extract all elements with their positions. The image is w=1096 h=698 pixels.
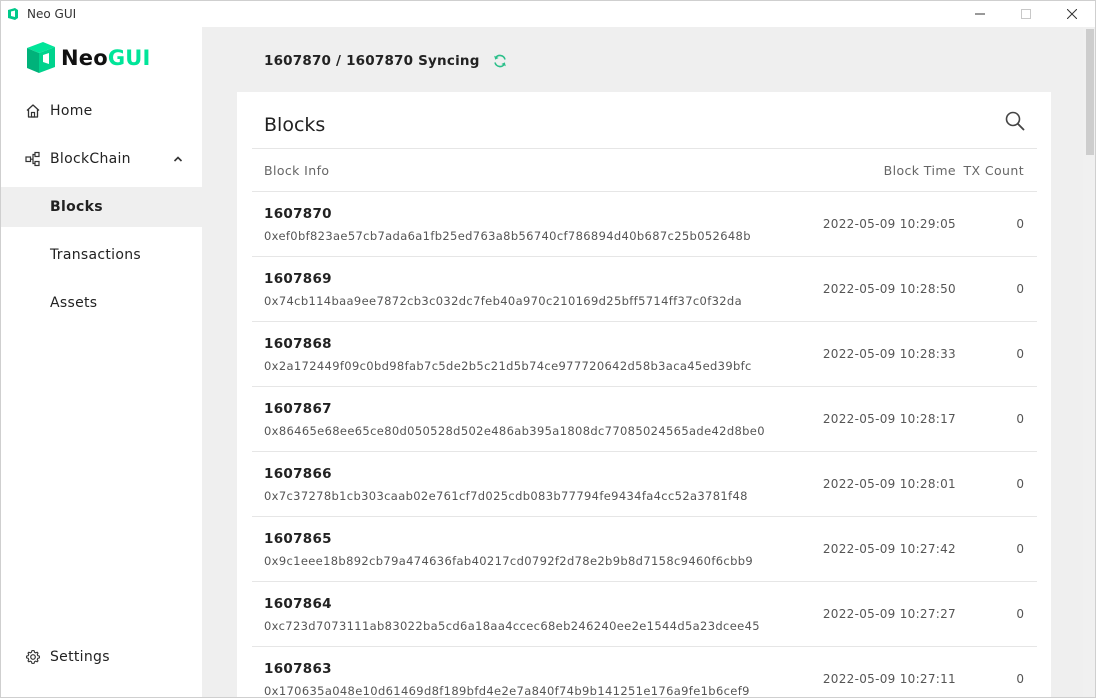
- logo-text: NeoGUI: [61, 46, 151, 70]
- sidebar-item-blocks[interactable]: Blocks: [1, 187, 202, 227]
- tx-count: 0: [1016, 282, 1024, 296]
- table-row[interactable]: 1607868 0x2a172449f09c0bd98fab7c5de2b5c2…: [252, 322, 1037, 387]
- sidebar-item-label: Settings: [50, 649, 110, 665]
- tx-count: 0: [1016, 217, 1024, 231]
- table-row[interactable]: 1607869 0x74cb114baa9ee7872cb3c032dc7feb…: [252, 257, 1037, 322]
- sync-icon[interactable]: [492, 53, 508, 69]
- maximize-button[interactable]: [1003, 1, 1049, 27]
- block-time: 2022-05-09 10:28:33: [822, 347, 956, 361]
- tx-count: 0: [1016, 542, 1024, 556]
- sidebar-item-transactions[interactable]: Transactions: [1, 235, 202, 275]
- scrollbar-thumb[interactable]: [1086, 29, 1094, 155]
- sidebar-item-label: Home: [50, 103, 93, 119]
- block-index[interactable]: 1607863: [264, 661, 332, 677]
- window-title: Neo GUI: [27, 7, 77, 21]
- column-header-block-time: Block Time: [883, 163, 956, 178]
- vertical-scrollbar[interactable]: [1083, 27, 1095, 697]
- logo-text-neo: Neo: [61, 46, 108, 70]
- tx-count: 0: [1016, 672, 1024, 686]
- table-row[interactable]: 1607864 0xc723d7073111ab83022ba5cd6a18aa…: [252, 582, 1037, 647]
- tx-count: 0: [1016, 347, 1024, 361]
- blocks-table: 1607870 0xef0bf823ae57cb7ada6a1fb25ed763…: [252, 192, 1037, 698]
- block-index[interactable]: 1607869: [264, 271, 332, 287]
- gear-icon: [25, 649, 41, 665]
- block-time: 2022-05-09 10:28:01: [822, 477, 956, 491]
- block-index[interactable]: 1607864: [264, 596, 332, 612]
- logo-text-gui: GUI: [107, 46, 151, 70]
- sync-status: 1607870 / 1607870 Syncing: [264, 53, 508, 69]
- tx-count: 0: [1016, 607, 1024, 621]
- block-hash: 0x9c1eee18b892cb79a474636fab40217cd0792f…: [264, 554, 754, 568]
- close-button[interactable]: [1049, 1, 1095, 27]
- neo-logo-icon: [27, 42, 55, 73]
- sidebar-item-label: Assets: [50, 295, 98, 311]
- table-row[interactable]: 1607863 0x170635a048e10d61469d8f189bfd4e…: [252, 647, 1037, 698]
- block-index[interactable]: 1607868: [264, 336, 332, 352]
- close-icon: [1067, 9, 1077, 19]
- page-title: Blocks: [264, 114, 326, 136]
- app-icon: [8, 8, 18, 20]
- block-time: 2022-05-09 10:29:05: [822, 217, 956, 231]
- block-time: 2022-05-09 10:28:17: [822, 412, 956, 426]
- sync-status-text: 1607870 / 1607870 Syncing: [264, 53, 480, 69]
- tx-count: 0: [1016, 412, 1024, 426]
- blockchain-icon: [25, 151, 40, 167]
- blocks-panel: Blocks Block Info Block Time TX Count 16…: [237, 92, 1051, 698]
- column-header-tx-count: TX Count: [963, 163, 1024, 178]
- block-index[interactable]: 1607867: [264, 401, 332, 417]
- block-time: 2022-05-09 10:27:27: [822, 607, 956, 621]
- app-window: Neo GUI NeoGUI Home BlockChain Blocks Tr…: [0, 0, 1096, 698]
- block-time: 2022-05-09 10:28:50: [822, 282, 956, 296]
- search-icon[interactable]: [1004, 110, 1026, 132]
- minimize-icon: [975, 13, 985, 15]
- block-hash: 0x170635a048e10d61469d8f189bfd4e2e7a840f…: [264, 684, 750, 698]
- block-hash: 0x86465e68ee65ce80d050528d502e486ab395a1…: [264, 424, 765, 438]
- block-hash: 0xef0bf823ae57cb7ada6a1fb25ed763a8b56740…: [264, 229, 751, 243]
- chevron-up-icon: [173, 156, 183, 162]
- sidebar-item-home[interactable]: Home: [1, 91, 202, 131]
- table-header: Block Info Block Time TX Count: [252, 148, 1037, 192]
- block-time: 2022-05-09 10:27:11: [822, 672, 956, 686]
- window-controls: [957, 1, 1095, 27]
- block-hash: 0x74cb114baa9ee7872cb3c032dc7feb40a970c2…: [264, 294, 742, 308]
- tx-count: 0: [1016, 477, 1024, 491]
- column-header-block-info: Block Info: [264, 163, 330, 178]
- block-time: 2022-05-09 10:27:42: [822, 542, 956, 556]
- title-bar: Neo GUI: [1, 1, 1095, 27]
- sidebar-item-settings[interactable]: Settings: [1, 637, 202, 677]
- sidebar-item-label: Blocks: [50, 199, 103, 215]
- main-content: 1607870 / 1607870 Syncing Blocks Block I…: [202, 27, 1083, 698]
- sidebar-item-assets[interactable]: Assets: [1, 283, 202, 323]
- block-index[interactable]: 1607866: [264, 466, 332, 482]
- table-row[interactable]: 1607866 0x7c37278b1cb303caab02e761cf7d02…: [252, 452, 1037, 517]
- block-hash: 0x2a172449f09c0bd98fab7c5de2b5c21d5b74ce…: [264, 359, 752, 373]
- block-hash: 0x7c37278b1cb303caab02e761cf7d025cdb083b…: [264, 489, 748, 503]
- table-row[interactable]: 1607867 0x86465e68ee65ce80d050528d502e48…: [252, 387, 1037, 452]
- home-icon: [26, 104, 40, 118]
- sidebar-item-label: Transactions: [50, 247, 141, 263]
- table-row[interactable]: 1607870 0xef0bf823ae57cb7ada6a1fb25ed763…: [252, 192, 1037, 257]
- block-hash: 0xc723d7073111ab83022ba5cd6a18aa4ccec68e…: [264, 619, 760, 633]
- maximize-icon: [1021, 9, 1031, 19]
- sidebar: NeoGUI Home BlockChain Blocks Transactio…: [1, 27, 202, 697]
- table-row[interactable]: 1607865 0x9c1eee18b892cb79a474636fab4021…: [252, 517, 1037, 582]
- sidebar-item-blockchain[interactable]: BlockChain: [1, 139, 202, 179]
- minimize-button[interactable]: [957, 1, 1003, 27]
- sidebar-item-label: BlockChain: [50, 151, 131, 167]
- block-index[interactable]: 1607865: [264, 531, 332, 547]
- app-logo: NeoGUI: [26, 42, 151, 74]
- block-index[interactable]: 1607870: [264, 206, 332, 222]
